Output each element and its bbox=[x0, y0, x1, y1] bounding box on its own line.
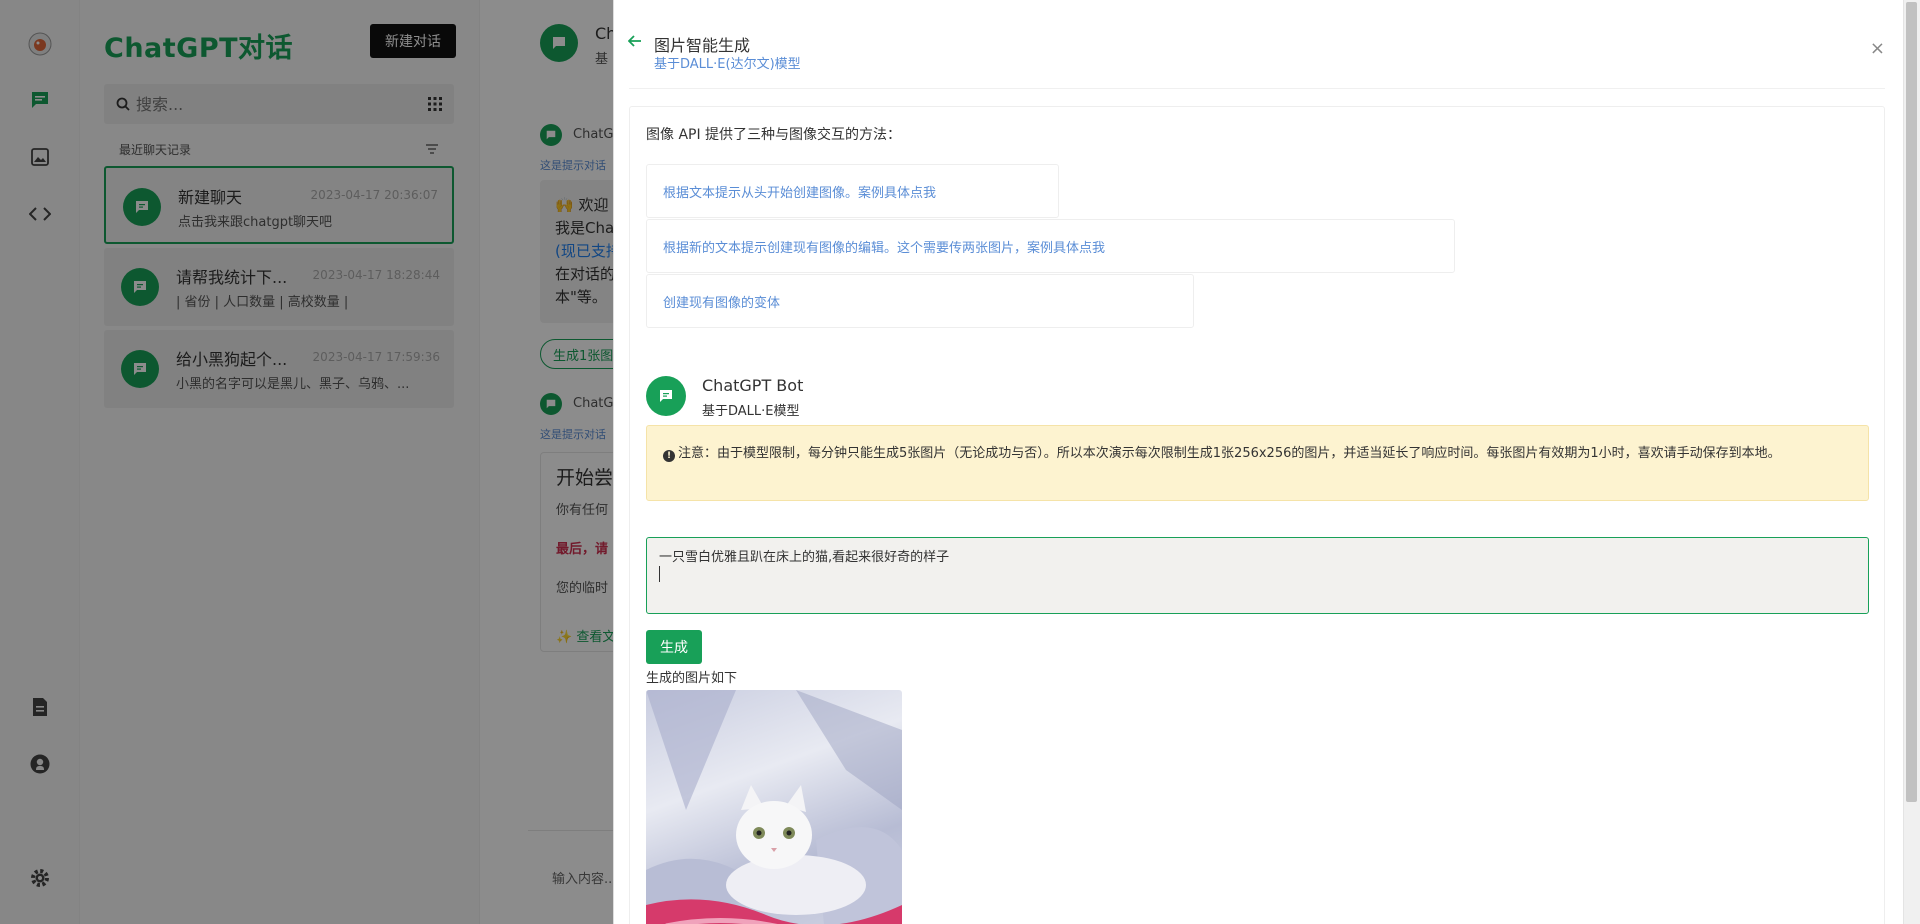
info-icon: ! bbox=[663, 450, 675, 462]
image-generation-drawer: 图片智能生成 基于DALL·E(达尔文)模型 × 图像 API 提供了三种与图像… bbox=[613, 0, 1903, 924]
option-edit-image[interactable]: 根据新的文本提示创建现有图像的编辑。这个需要传两张图片，案例具体点我 bbox=[646, 219, 1455, 273]
close-icon[interactable]: × bbox=[1870, 40, 1885, 58]
generated-cat-image bbox=[646, 690, 902, 924]
prompt-textarea[interactable] bbox=[646, 537, 1869, 614]
warning-notice: ! 注意：由于模型限制，每分钟只能生成5张图片（无论成功与否）。所以本次演示每次限… bbox=[646, 425, 1869, 501]
back-arrow-icon[interactable] bbox=[627, 32, 642, 51]
text-caret bbox=[659, 566, 660, 582]
generate-button[interactable]: 生成 bbox=[646, 630, 702, 664]
drawer-subtitle: 基于DALL·E(达尔文)模型 bbox=[654, 57, 801, 72]
option-create-from-text[interactable]: 根据文本提示从头开始创建图像。案例具体点我 bbox=[646, 164, 1059, 218]
bot-name: ChatGPT Bot bbox=[702, 376, 804, 395]
api-intro-text: 图像 API 提供了三种与图像交互的方法： bbox=[646, 127, 902, 143]
option-variation[interactable]: 创建现有图像的变体 bbox=[646, 274, 1194, 328]
bot-avatar bbox=[646, 376, 686, 416]
scrollbar-thumb[interactable] bbox=[1906, 2, 1917, 802]
warning-text: 注意：由于模型限制，每分钟只能生成5张图片（无论成功与否）。所以本次演示每次限制… bbox=[678, 446, 1781, 461]
result-label: 生成的图片如下 bbox=[646, 671, 738, 686]
message-icon bbox=[660, 390, 672, 402]
divider bbox=[629, 88, 1885, 89]
bot-model: 基于DALL·E模型 bbox=[702, 404, 800, 419]
